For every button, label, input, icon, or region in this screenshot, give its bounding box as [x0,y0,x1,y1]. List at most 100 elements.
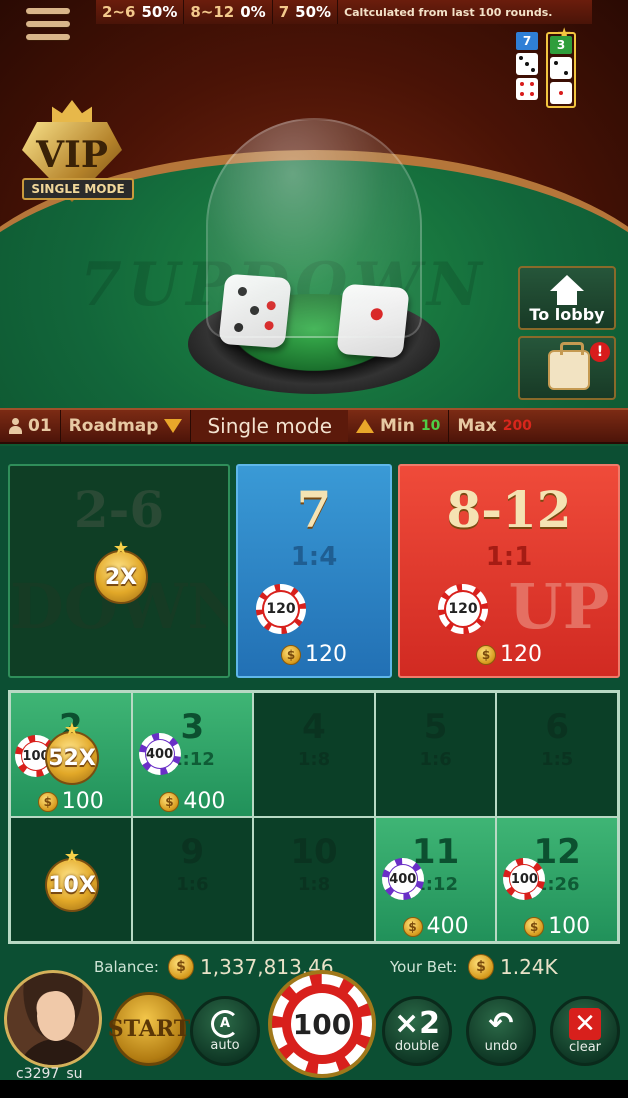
vip-title: VIP [36,134,108,176]
bet-area-odds: 1:1 [485,542,533,572]
auto-label: auto [210,1037,240,1053]
auto-icon: A [211,1009,239,1038]
person-icon [8,418,22,434]
chip-selector[interactable]: 100 [272,974,372,1074]
number-bet-cell[interactable]: 12 1:26 100 $100 [496,817,618,942]
balance-label: Balance: [94,958,159,976]
max-value: 200 [502,418,532,434]
bet-area-seven[interactable]: 7 1:4 120 $ 120 [236,464,392,678]
menu-line-icon [26,34,70,40]
chip-value: 400 [145,740,174,768]
stat-item: 7 50% [273,0,339,24]
roadmap-label: Roadmap [68,416,159,436]
bet-area-odds: 1:4 [290,542,338,572]
menu-button[interactable] [26,8,70,50]
min-value: 10 [420,418,441,434]
bet-area-title: 2-6 [73,480,165,539]
die-icon [550,82,572,104]
number-bet-cell[interactable]: 10X [10,817,132,942]
stat-range: 8~12 [190,3,235,21]
mode-label: Single mode [191,410,348,442]
stats-bar: 2~6 50% 8~12 0% 7 50% Caltculated from l… [96,0,592,24]
multiplier-badge: 10X [45,858,99,912]
die-icon [516,53,538,75]
stat-percent: 0% [240,3,266,21]
start-button[interactable]: START [108,992,190,1066]
bet-amount-value: 100 [61,789,104,814]
coin-icon: $ [168,954,194,980]
bet-amount-value: 120 [305,642,347,667]
coin-icon: $ [524,916,545,937]
player-count: 01 [0,410,61,442]
bet-amount-value: 400 [183,789,226,814]
number-bet-cell[interactable]: 3 1:12 400 $400 [131,692,254,817]
history-column: 7 [516,32,538,108]
bet-chip: 400 [138,733,181,775]
crown-icon [52,100,92,122]
alert-badge: ! [590,342,610,362]
max-bet: Max 200 [449,410,540,442]
number-bet-cell[interactable]: 5 1:6 [374,692,497,817]
menu-line-icon [26,8,70,14]
max-label: Max [457,416,497,436]
chip-selector-value: 100 [291,993,353,1055]
game-screen: 7UPDOWN 2~6 50% 8~12 0% 7 50% Caltculate… [0,0,628,1080]
number-bet-cell[interactable]: 11 1:12 400 $400 [374,817,497,942]
bet-amount: $100 [497,914,617,939]
undo-button[interactable]: ↶ undo [466,996,536,1066]
min-bet-toggle[interactable]: Min 10 [348,410,450,442]
avatar[interactable] [4,970,102,1068]
roadmap-toggle[interactable]: Roadmap [61,410,192,442]
your-bet-value: $ 1.24K [468,954,558,980]
bet-area-down[interactable]: 2-6 DOWN 2X [8,464,230,678]
auto-button[interactable]: A auto [190,996,260,1066]
bag-button[interactable]: ! [518,336,616,400]
caret-up-icon [356,419,374,433]
bet-chip: 400 [381,858,424,900]
number-odds: 1:6 [176,874,209,895]
number-bet-cell[interactable]: 10 1:8 [253,817,375,942]
chip-value: 100 [510,865,539,893]
bet-amount: $ 120 [238,642,390,667]
bet-area-up[interactable]: 8-12 1:1 UP 120 $ 120 [398,464,620,678]
bet-amount-value: 100 [548,914,591,939]
chip-value: 120 [264,592,298,626]
clear-button[interactable]: ✕ clear [550,996,620,1066]
stat-range: 7 [278,3,290,21]
bet-amount: $400 [376,914,496,939]
betting-board: 2-6 DOWN 2X 7 1:4 120 $ 120 8-12 1:1 UP … [0,446,628,1080]
stat-range: 2~6 [102,3,136,21]
avatar-face [37,991,75,1041]
bag-icon [548,342,590,390]
multiplier-badge: 52X [45,731,99,785]
number-odds: 1:8 [297,874,331,895]
stat-item: 2~6 50% [96,0,185,24]
number-bet-cell[interactable]: 9 1:6 [131,817,254,942]
double-button[interactable]: ×2 double [382,996,452,1066]
chip-value: 120 [446,592,480,626]
number-bet-cell[interactable]: 210052X$100 [10,692,132,817]
number-bet-cell[interactable]: 4 1:8 [253,692,375,817]
number-label: 4 [302,707,326,747]
bet-amount: $400 [133,789,253,814]
info-bar: 01 Roadmap Single mode Min 10 Max 200 [0,408,628,444]
die-icon [516,78,538,100]
double-icon: ×2 [393,1005,440,1041]
your-bet-label: Your Bet: [390,958,458,976]
history-sum: 7 [516,32,538,50]
clear-icon: ✕ [569,1007,601,1040]
coin-icon: $ [281,644,301,665]
to-lobby-label: To lobby [529,305,605,324]
die-icon [550,57,572,79]
bet-area-title: 8-12 [446,480,572,539]
result-history[interactable]: 7 3 [516,32,576,108]
bet-chip: 120 [256,584,306,634]
number-label: 6 [545,707,570,747]
avatar-body [17,1039,95,1065]
number-bet-cell[interactable]: 6 1:5 [496,692,618,817]
undo-icon: ↶ [488,1005,514,1041]
coin-icon: $ [476,644,496,665]
to-lobby-button[interactable]: To lobby [518,266,616,330]
bet-chip: 120 [438,584,488,634]
caret-down-icon [164,419,183,433]
